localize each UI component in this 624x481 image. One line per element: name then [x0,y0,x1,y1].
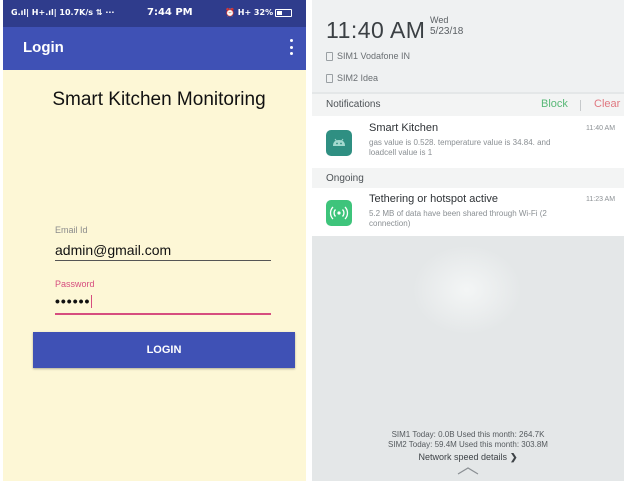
email-underline [55,260,271,261]
chevron-right-icon: ❯ [510,452,518,462]
notification-title: Smart Kitchen [369,122,439,134]
notification-smart-kitchen[interactable]: Smart Kitchen 11:40 AM gas value is 0.52… [312,116,624,168]
battery-icon [275,8,293,17]
sim2-label: SIM2 Idea [337,73,379,83]
ongoing-header: Ongoing [312,168,624,188]
background-glow [412,245,522,335]
overflow-menu-icon[interactable] [286,37,296,57]
notification-hotspot[interactable]: Tethering or hotspot active 11:23 AM 5.2… [312,188,624,236]
clock-date: 5/23/18 [430,26,464,37]
clock-day: Wed [430,15,449,25]
notification-body-line: gas value is 0.528. temperature value is… [369,138,551,147]
password-field[interactable]: •••••• [55,293,93,309]
notification-title: Tethering or hotspot active [369,193,499,205]
app-bar-title: Login [23,39,64,56]
notification-time: 11:40 AM [586,125,616,132]
header-divider [580,100,581,111]
sim1-row: SIM1 Vodafone IN [326,51,410,61]
notifications-title: Notifications [326,99,381,110]
status-bar: G.ıl| H+.ıl| 10.7K/s ⇅ ··· 7:44 PM ⏰ H+ … [3,0,306,27]
clock-time: 11:40 AM [326,17,426,43]
sim-card-icon [326,73,333,83]
notification-body-line: 5.2 MB of data have been shared through … [369,209,547,218]
sim2-row: SIM2 Idea [326,73,378,83]
notification-shade: 11:40 AM Wed 5/23/18 SIM1 Vodafone IN SI… [312,0,624,481]
hotspot-icon [326,200,352,226]
sim1-label: SIM1 Vodafone IN [337,51,411,61]
chevron-up-icon[interactable] [457,467,479,475]
page-title: Smart Kitchen Monitoring [52,89,266,110]
notifications-header: Notifications Block Clear [312,94,624,116]
text-caret [91,295,93,308]
login-screen: G.ıl| H+.ıl| 10.7K/s ⇅ ··· 7:44 PM ⏰ H+ … [3,0,306,481]
shade-header: 11:40 AM Wed 5/23/18 SIM1 Vodafone IN SI… [312,0,624,92]
notification-body: gas value is 0.528. temperature value is… [369,138,609,158]
notification-time: 11:23 AM [586,196,616,203]
password-dots: •••••• [55,293,91,309]
email-field[interactable]: admin@gmail.com [55,242,171,258]
network-speed-label: Network speed details [418,452,507,462]
block-button[interactable]: Block [541,98,568,110]
android-icon [326,130,352,156]
notification-body-line: loadcell value is 1 [369,148,433,157]
status-right: ⏰ H+ 32% [225,8,293,17]
password-label: Password [55,279,95,289]
status-time: 7:44 PM [147,7,193,18]
email-label: Email Id [55,225,88,235]
clear-button[interactable]: Clear [594,98,620,110]
network-speed-link[interactable]: Network speed details ❯ [312,452,624,463]
app-bar: Login [3,27,306,70]
sim-card-icon [326,51,333,61]
ongoing-label: Ongoing [326,173,364,184]
sim1-usage: SIM1 Today: 0.0B Used this month: 264.7K [391,430,545,439]
password-underline [55,313,271,315]
login-button[interactable]: LOGIN [33,332,295,368]
notification-body: 5.2 MB of data have been shared through … [369,209,609,229]
status-signal-text: G.ıl| H+.ıl| 10.7K/s ⇅ ··· [11,8,115,17]
data-usage-summary: SIM1 Today: 0.0B Used this month: 264.7K… [312,430,624,450]
sim2-usage: SIM2 Today: 59.4M Used this month: 303.8… [388,440,548,449]
status-right-text: ⏰ H+ 32% [225,8,274,17]
notification-body-line: connection) [369,219,411,228]
